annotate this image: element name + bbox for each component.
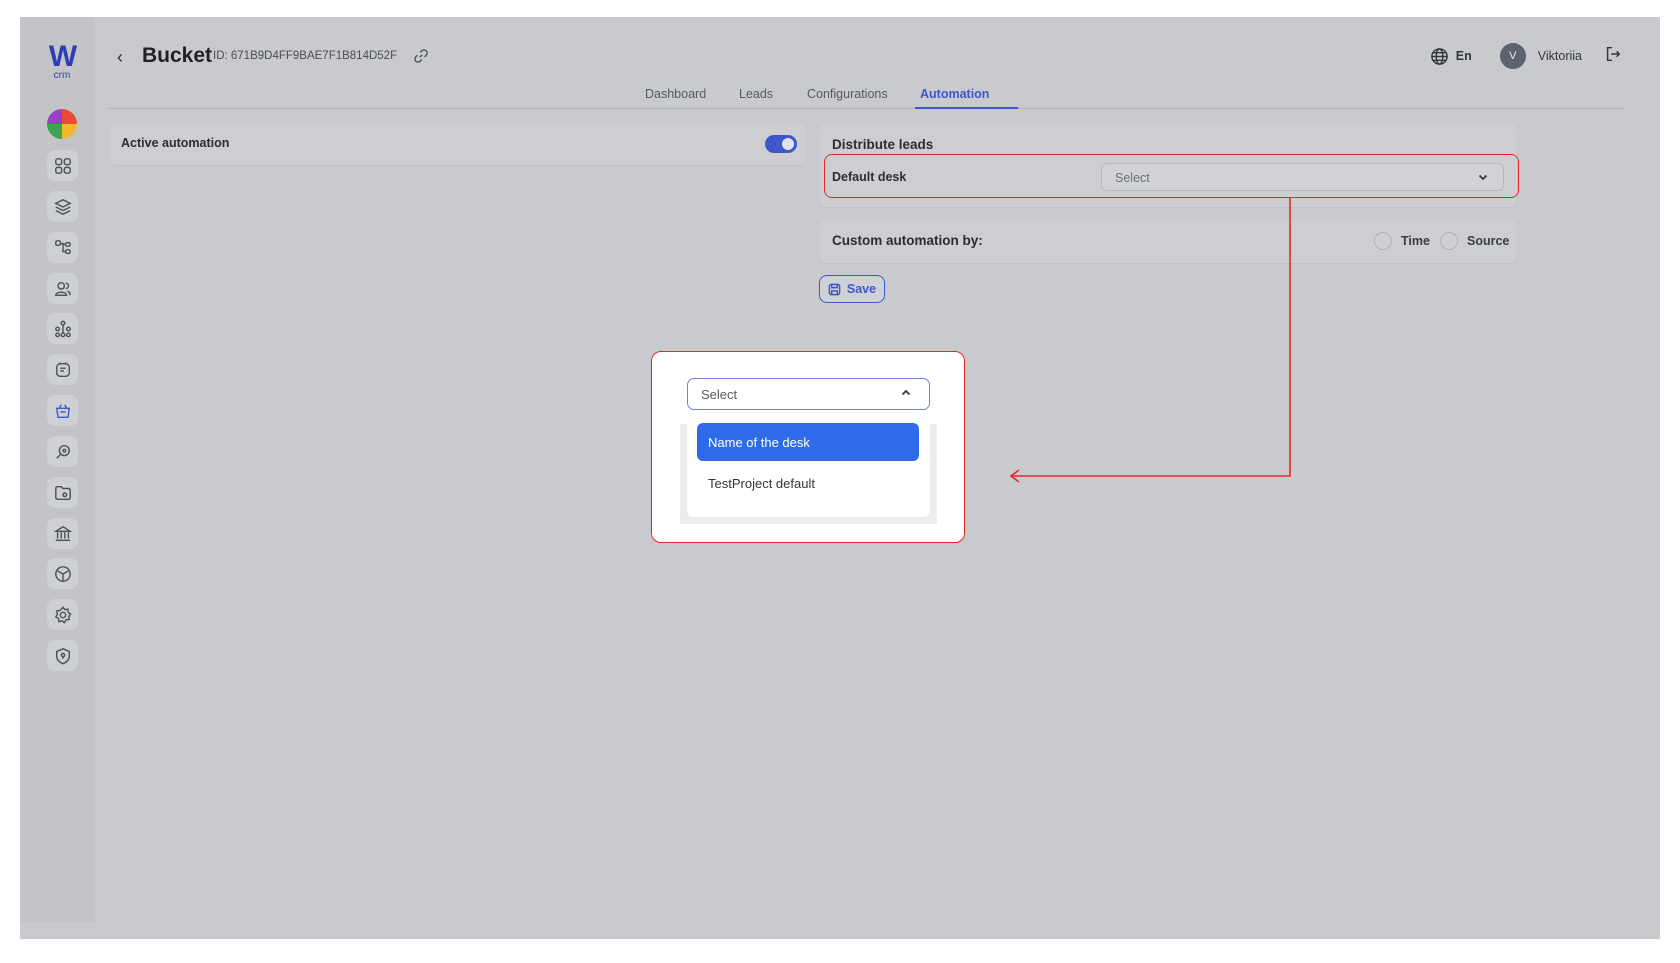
header-actions: En V Viktoriia bbox=[1430, 43, 1622, 69]
sidebar-item-users[interactable] bbox=[47, 273, 78, 304]
app-logo[interactable]: W crm bbox=[44, 40, 80, 81]
avatar[interactable]: V bbox=[1499, 43, 1526, 69]
users-icon bbox=[54, 281, 71, 296]
tab-configurations[interactable]: Configurations bbox=[807, 87, 888, 101]
distribute-leads-title: Distribute leads bbox=[832, 137, 934, 152]
radio-source-label: Source bbox=[1467, 234, 1510, 248]
save-label: Save bbox=[846, 282, 877, 296]
settings-icon bbox=[54, 605, 72, 624]
chevron-up-icon bbox=[900, 387, 912, 402]
tab-automation[interactable]: Automation bbox=[920, 87, 989, 101]
sidebar-item-network[interactable] bbox=[47, 313, 78, 344]
dropdown-callout: Select Name of the desk TestProject defa… bbox=[651, 351, 965, 543]
logout-button[interactable] bbox=[1604, 45, 1622, 68]
desk-options-list: Name of the desk TestProject default bbox=[687, 415, 930, 517]
active-tab-indicator bbox=[915, 107, 1018, 109]
layers-icon bbox=[53, 198, 72, 215]
sidebar: W crm bbox=[20, 17, 95, 922]
custom-automation-card: Custom automation by: Time Source bbox=[819, 219, 1517, 263]
radio-time-label: Time bbox=[1401, 234, 1430, 248]
folder-icon bbox=[54, 485, 71, 500]
tab-bar: Dashboard Leads Configurations Automatio… bbox=[109, 87, 1624, 109]
hierarchy-icon bbox=[54, 239, 71, 254]
sidebar-item-search-key[interactable] bbox=[47, 436, 78, 467]
sidebar-item-layers[interactable] bbox=[47, 191, 78, 222]
sidebar-item-folder[interactable] bbox=[47, 477, 78, 508]
option-name-of-the-desk[interactable]: Name of the desk bbox=[697, 423, 919, 461]
username[interactable]: Viktoriia bbox=[1538, 49, 1582, 63]
save-icon bbox=[828, 283, 841, 295]
sidebar-item-notes[interactable] bbox=[47, 354, 78, 385]
tab-leads[interactable]: Leads bbox=[739, 87, 773, 101]
save-button[interactable]: Save bbox=[819, 275, 885, 303]
cube-icon bbox=[54, 565, 71, 582]
link-icon bbox=[414, 49, 428, 63]
callout-select[interactable]: Select bbox=[687, 378, 930, 410]
sidebar-item-cube[interactable] bbox=[47, 558, 78, 589]
bucket-icon bbox=[55, 403, 70, 418]
sidebar-item-bank[interactable] bbox=[47, 518, 78, 549]
language-switch[interactable] bbox=[1430, 47, 1449, 66]
option-testproject-default[interactable]: TestProject default bbox=[708, 476, 815, 491]
bank-icon bbox=[53, 525, 72, 541]
back-button[interactable]: ‹ bbox=[117, 47, 123, 68]
radio-time[interactable] bbox=[1374, 232, 1392, 250]
globe-icon bbox=[1430, 47, 1448, 65]
sidebar-item-dashboard[interactable] bbox=[47, 150, 78, 181]
callout-select-value: Select bbox=[701, 387, 738, 402]
sidebar-item-security[interactable] bbox=[47, 640, 78, 671]
search-key-icon bbox=[55, 444, 70, 459]
active-automation-card: Active automation bbox=[109, 123, 806, 165]
sidebar-item-settings[interactable] bbox=[47, 599, 78, 630]
tab-dashboard[interactable]: Dashboard bbox=[645, 87, 706, 101]
shield-icon bbox=[55, 647, 70, 664]
sidebar-item-bucket[interactable] bbox=[47, 395, 78, 426]
logo-letter: W bbox=[48, 40, 77, 73]
radio-source[interactable] bbox=[1440, 232, 1458, 250]
logout-icon bbox=[1606, 46, 1621, 61]
page-title: Bucket bbox=[142, 44, 213, 67]
active-automation-label: Active automation bbox=[121, 136, 230, 150]
language-label[interactable]: En bbox=[1456, 49, 1472, 63]
project-pie-icon[interactable] bbox=[47, 109, 77, 139]
sidebar-item-hierarchy[interactable] bbox=[47, 232, 78, 263]
bucket-id: ID: 671B9D4FF9BAE7F1B814D52F bbox=[213, 50, 398, 62]
dashboard-icon bbox=[54, 157, 71, 174]
copy-link-button[interactable] bbox=[413, 48, 429, 64]
notes-icon bbox=[55, 361, 70, 377]
annotation-highlight bbox=[824, 154, 1519, 198]
network-icon bbox=[54, 320, 71, 337]
active-automation-toggle[interactable] bbox=[765, 135, 797, 153]
custom-automation-label: Custom automation by: bbox=[832, 233, 983, 248]
